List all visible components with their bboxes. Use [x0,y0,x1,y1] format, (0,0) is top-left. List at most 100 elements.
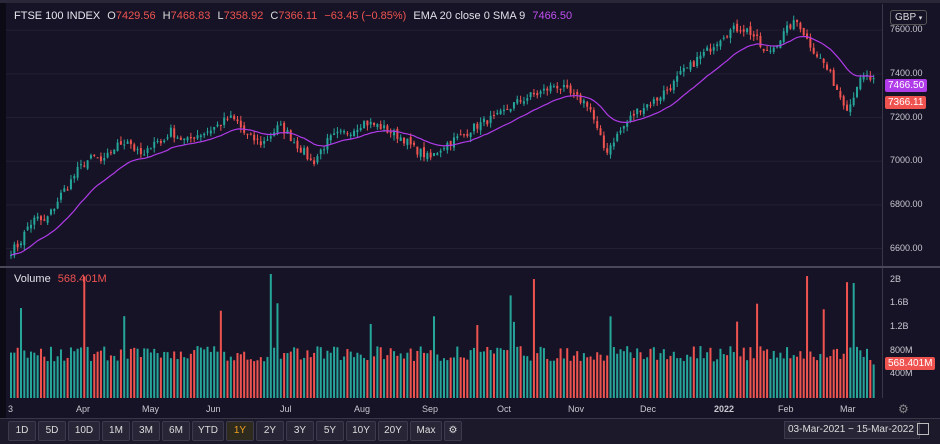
volume-bar[interactable] [76,348,79,398]
volume-bar[interactable] [403,358,406,398]
volume-bar[interactable] [866,348,869,398]
candle-body[interactable] [752,34,755,37]
candle-body[interactable] [306,147,309,160]
volume-bar[interactable] [29,351,32,398]
volume-bar[interactable] [283,353,286,398]
volume-bar[interactable] [639,352,642,398]
candle-body[interactable] [472,123,475,132]
volume-bar[interactable] [776,357,779,398]
volume-bar[interactable] [406,352,409,398]
candle-body[interactable] [429,152,432,158]
candle-body[interactable] [276,125,279,133]
candle-body[interactable] [526,98,529,101]
volume-bar[interactable] [672,351,675,398]
candle-body[interactable] [49,209,52,215]
candle-body[interactable] [499,110,502,115]
volume-bar[interactable] [219,310,222,398]
volume-bar[interactable] [366,360,369,398]
candle-body[interactable] [782,31,785,42]
candle-body[interactable] [266,139,269,141]
candle-body[interactable] [586,102,589,107]
volume-bar[interactable] [612,347,615,398]
volume-bar[interactable] [619,349,622,398]
candle-body[interactable] [689,62,692,70]
price-pane[interactable] [6,4,882,266]
volume-bar[interactable] [346,349,349,398]
candle-body[interactable] [423,147,426,158]
volume-bar[interactable] [729,346,732,398]
volume-bar[interactable] [139,356,142,398]
volume-bar[interactable] [719,348,722,398]
candle-body[interactable] [539,91,542,94]
volume-bar[interactable] [286,353,289,398]
volume-bar[interactable] [233,360,236,398]
volume-bar[interactable] [333,346,336,398]
volume-bar[interactable] [46,361,49,398]
volume-bar[interactable] [766,349,769,398]
candle-body[interactable] [39,216,42,221]
candle-body[interactable] [542,88,545,91]
candle-body[interactable] [253,134,256,141]
volume-bar[interactable] [356,352,359,398]
candle-body[interactable] [203,133,206,136]
volume-bar[interactable] [722,354,725,398]
volume-bar[interactable] [466,359,469,398]
candle-body[interactable] [502,109,505,112]
volume-bar[interactable] [179,351,182,398]
candle-body[interactable] [213,127,216,130]
volume-bar[interactable] [652,347,655,398]
volume-bar[interactable] [532,279,535,398]
candle-body[interactable] [529,92,532,98]
volume-bar[interactable] [659,353,662,398]
candle-body[interactable] [379,124,382,130]
volume-bar[interactable] [782,358,785,398]
price-axis[interactable] [882,4,933,266]
volume-bar[interactable] [726,355,729,398]
volume-bar[interactable] [686,354,689,398]
indicator-label[interactable]: EMA 20 close 0 SMA 9 [413,10,525,22]
candle-body[interactable] [326,138,329,150]
candle-body[interactable] [136,149,139,151]
candle-body[interactable] [236,119,239,122]
candle-body[interactable] [666,89,669,91]
candle-body[interactable] [729,29,732,38]
volume-bar[interactable] [229,356,232,398]
candle-body[interactable] [283,122,286,134]
volume-bar[interactable] [246,359,249,398]
volume-bar[interactable] [602,360,605,398]
candle-body[interactable] [406,138,409,146]
volume-bar[interactable] [836,348,839,398]
volume-bar[interactable] [456,346,459,398]
volume-bar[interactable] [479,351,482,398]
candle-body[interactable] [756,34,759,36]
candle-body[interactable] [506,108,509,111]
volume-bar[interactable] [736,321,739,398]
candle-body[interactable] [676,76,679,82]
candle-body[interactable] [36,216,39,219]
candle-body[interactable] [772,47,775,52]
candle-body[interactable] [516,99,519,104]
volume-bar[interactable] [629,352,632,398]
candle-body[interactable] [519,100,522,102]
candle-body[interactable] [256,138,259,140]
candle-body[interactable] [452,137,455,148]
candle-body[interactable] [796,19,799,23]
volume-bar[interactable] [49,346,52,398]
candle-body[interactable] [109,152,112,154]
candle-body[interactable] [829,69,832,72]
volume-bar[interactable] [63,360,66,398]
candle-body[interactable] [596,121,599,129]
candle-body[interactable] [439,150,442,153]
candle-body[interactable] [732,25,735,30]
volume-bar[interactable] [806,276,809,398]
volume-bar[interactable] [752,358,755,398]
volume-bar[interactable] [846,282,849,398]
volume-bar[interactable] [486,346,489,398]
volume-bar[interactable] [43,356,46,398]
candle-body[interactable] [722,37,725,39]
candle-body[interactable] [746,28,749,33]
volume-bar[interactable] [872,364,875,398]
candle-body[interactable] [859,77,862,90]
candle-body[interactable] [489,115,492,123]
candle-body[interactable] [766,49,769,51]
